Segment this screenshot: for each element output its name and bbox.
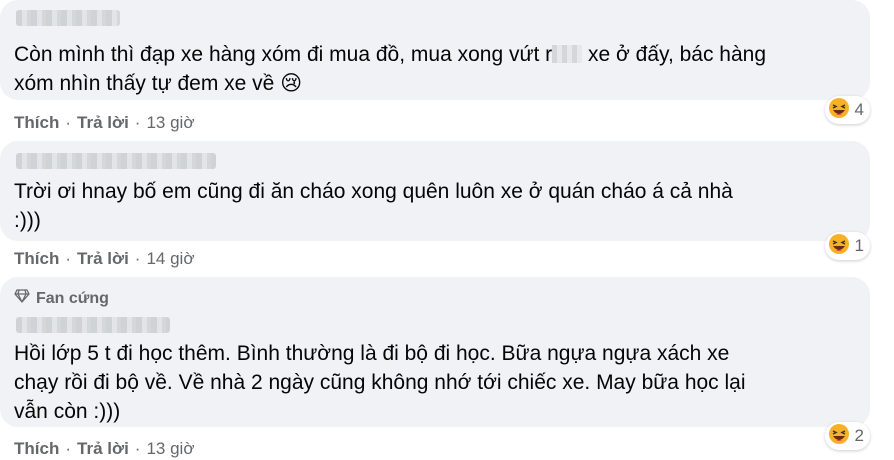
reply-button[interactable]: Trả lời (77, 248, 129, 270)
comment-timestamp[interactable]: 14 giờ (146, 248, 194, 270)
separator-dot: · (65, 113, 72, 132)
reaction-count: 4 (854, 100, 864, 119)
separator-dot: · (134, 249, 141, 268)
comment-bubble: Trời ơi hnay bố em cũng đi ăn cháo xong … (0, 141, 870, 241)
redacted-text (552, 45, 583, 63)
comment-timestamp[interactable]: 13 giờ (146, 112, 194, 134)
reaction-summary[interactable]: 2 (824, 422, 870, 450)
crying-emoji: 😢 (280, 72, 303, 95)
comment-actions: Thích · Trả lời · 13 giờ (14, 112, 194, 134)
reaction-summary[interactable]: 1 (824, 232, 870, 260)
like-button[interactable]: Thích (14, 248, 59, 270)
comment-text: Còn mình thì đạp xe hàng xóm đi mua đồ, … (14, 43, 767, 95)
blurred-author-name (16, 153, 216, 169)
reply-button[interactable]: Trả lời (77, 438, 129, 460)
laughing-emoji-icon (828, 233, 850, 260)
separator-dot: · (65, 249, 72, 268)
blurred-author-name (16, 317, 170, 333)
separator-dot: · (65, 439, 72, 458)
laughing-emoji-icon (828, 423, 850, 450)
reaction-summary[interactable]: 4 (824, 96, 870, 124)
fan-badge: Fan cứng (14, 289, 109, 308)
like-button[interactable]: Thích (14, 112, 59, 134)
comment-actions: Thích · Trả lời · 14 giờ (14, 248, 194, 270)
like-button[interactable]: Thích (14, 438, 59, 460)
comment-timestamp[interactable]: 13 giờ (146, 438, 194, 460)
reply-button[interactable]: Trả lời (77, 112, 129, 134)
laughing-emoji-icon (828, 97, 850, 124)
separator-dot: · (134, 439, 141, 458)
blurred-author-name (16, 10, 120, 26)
reaction-count: 2 (854, 426, 864, 445)
comment-bubble: Còn mình thì đạp xe hàng xóm đi mua đồ, … (0, 0, 870, 100)
comment-text: Hồi lớp 5 t đi học thêm. Bình thường là … (14, 342, 746, 423)
comment-bubble: Fan cứng Hồi lớp 5 t đi học thêm. Bình t… (0, 277, 870, 427)
separator-dot: · (134, 113, 141, 132)
comment-text: Trời ơi hnay bố em cũng đi ăn cháo xong … (14, 180, 733, 232)
diamond-icon (14, 289, 36, 308)
reaction-count: 1 (854, 236, 864, 255)
badge-label: Fan cứng (36, 289, 109, 307)
comment-actions: Thích · Trả lời · 13 giờ (14, 438, 194, 460)
